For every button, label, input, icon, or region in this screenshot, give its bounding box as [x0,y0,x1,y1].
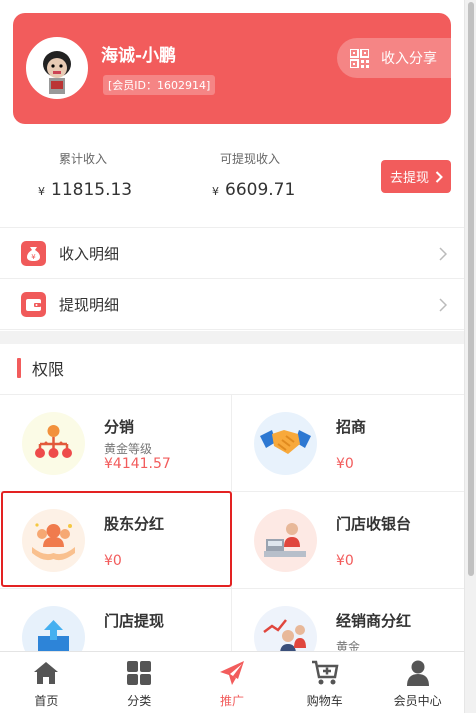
grid-item-sub: 黄金等级 [104,442,153,456]
user-name: 海诚-小鹏 [101,46,177,66]
grid-item-name: 经销商分红 [336,612,412,630]
section-divider [0,331,464,344]
income-summary: 累计收入 ¥11815.13 可提现收入 ¥6609.71 去提现 [0,140,464,228]
withdrawable-label: 可提现收入 [220,152,281,166]
withdraw-button[interactable]: 去提现 [381,160,451,193]
total-income-amount: 11815.13 [51,180,133,200]
nav-label: 首页 [34,694,59,708]
wallet-icon [21,291,46,317]
user-icon [406,660,429,686]
member-id: [会员ID：1602914] [103,75,216,95]
nav-label: 购物车 [306,694,343,708]
menu-item-withdraw-detail[interactable]: 提现明细 [0,279,464,330]
menu-item-income-detail[interactable]: ¥ 收入明细 [0,228,464,279]
currency-symbol: ¥ [38,185,45,198]
grid-item-name: 分销 [104,418,135,436]
qr-code-icon [350,48,369,68]
nav-category[interactable]: 分类 [93,652,186,713]
profile-card: 海诚-小鹏 [会员ID：1602914] 收入分享 [13,13,451,124]
grid-item-value: ¥0 [336,553,354,569]
nav-cart[interactable]: 购物车 [278,652,371,713]
nav-label: 推广 [219,694,244,708]
grid-item-store-cashier[interactable]: 门店收银台 ¥0 [232,491,463,588]
money-bag-icon: ¥ [21,240,46,266]
income-share-button[interactable]: 收入分享 [337,38,451,78]
chevron-right-icon [439,298,447,312]
section-bar [17,358,21,378]
home-icon [34,662,59,684]
svg-text:¥: ¥ [31,253,36,261]
withdrawable-value: ¥6609.71 [212,180,295,200]
nav-label: 会员中心 [393,694,442,708]
section-title: 权限 [32,360,65,379]
nav-member-center[interactable]: 会员中心 [371,652,464,713]
bottom-nav: 首页 分类 推广 购物车 会员中心 [0,651,464,713]
grid-icon [127,661,152,685]
menu-label: 提现明细 [59,295,120,314]
scrollbar-thumb[interactable] [468,2,474,576]
grid-item-distribution[interactable]: 分销 黄金等级 ¥4141.57 [0,394,231,491]
grid-item-name: 门店收银台 [336,515,412,533]
grid-item-name: 招商 [336,418,367,436]
section-header: 权限 [17,358,65,379]
distribution-tree-icon [22,412,85,475]
grid-item-name: 门店提现 [104,612,165,630]
cashier-icon [254,509,317,572]
nav-home[interactable]: 首页 [0,652,93,713]
grid-item-value: ¥4141.57 [104,456,171,472]
withdrawable-amount: 6609.71 [225,180,296,200]
avatar[interactable] [26,37,88,99]
nav-label: 分类 [127,694,152,708]
currency-symbol: ¥ [212,185,219,198]
nav-promote[interactable]: 推广 [186,652,279,713]
total-income-value: ¥11815.13 [38,180,132,200]
page: 海诚-小鹏 [会员ID：1602914] 收入分享 累计收入 ¥11815.13… [0,0,464,713]
withdraw-label: 去提现 [390,171,430,186]
chevron-right-icon [439,247,447,261]
scrollbar[interactable] [464,0,476,713]
selection-highlight [1,491,232,587]
handshake-icon [254,412,317,475]
chevron-right-icon [435,170,443,183]
paper-plane-icon [219,661,244,685]
cart-icon [311,660,339,685]
grid-item-value: ¥0 [336,456,354,472]
grid-item-investment[interactable]: 招商 ¥0 [232,394,463,491]
share-label: 收入分享 [381,51,437,67]
menu-label: 收入明细 [59,244,120,263]
total-income-label: 累计收入 [59,152,108,166]
